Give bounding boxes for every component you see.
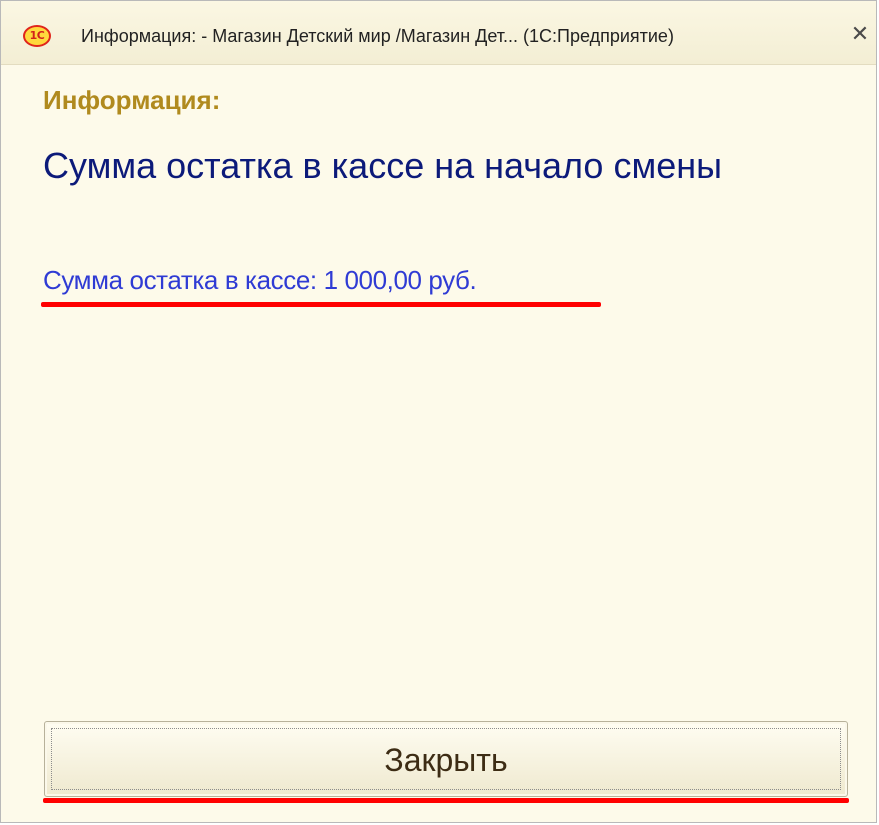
info-header: Информация: (43, 85, 221, 115)
close-button[interactable]: Закрыть (44, 721, 848, 797)
info-dialog-window: 1С Информация: - Магазин Детский мир /Ма… (0, 0, 877, 823)
close-icon[interactable]: ✕ (846, 21, 874, 49)
1c-app-icon: 1С (23, 25, 51, 47)
red-annotation-underline (41, 302, 601, 307)
red-annotation-underline (43, 798, 849, 803)
window-title: Информация: - Магазин Детский мир /Магаз… (81, 26, 674, 46)
main-message: Сумма остатка в кассе на начало смены (43, 145, 722, 186)
close-button-label: Закрыть (384, 742, 508, 778)
cash-balance-text: Сумма остатка в кассе: 1 000,00 руб. (43, 265, 477, 295)
title-bar[interactable]: 1С Информация: - Магазин Детский мир /Ма… (1, 1, 876, 65)
